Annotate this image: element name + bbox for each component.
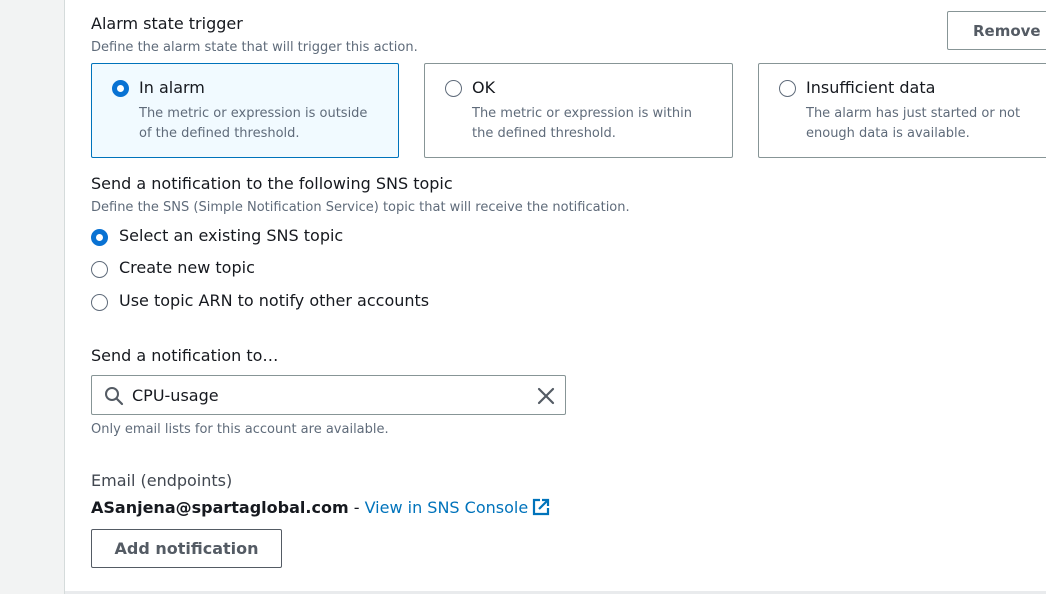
use-topic-arn-radio[interactable] — [91, 294, 108, 311]
tile-ok[interactable]: OK The metric or expression is within th… — [424, 63, 733, 158]
topic-search-input[interactable] — [132, 384, 532, 406]
in-alarm-desc-line2: of the defined threshold. — [139, 126, 300, 141]
in-alarm-description: The metric or expression is outside of t… — [139, 104, 367, 144]
remove-button[interactable]: Remove — [947, 11, 1046, 50]
insufficient-data-label: Insufficient data — [806, 78, 936, 97]
in-alarm-desc-line1: The metric or expression is outside — [139, 106, 368, 121]
in-alarm-radio[interactable] — [112, 80, 129, 97]
insufficient-data-desc-line1: The alarm has just started or not — [806, 106, 1021, 121]
insufficient-data-desc-line2: enough data is available. — [806, 126, 970, 141]
insufficient-data-description: The alarm has just started or not enough… — [806, 104, 1020, 144]
sns-topic-description: Define the SNS (Simple Notification Serv… — [91, 200, 630, 215]
add-notification-button[interactable]: Add notification — [91, 529, 282, 568]
left-gutter — [0, 0, 65, 594]
select-existing-topic-label: Select an existing SNS topic — [119, 226, 344, 245]
ok-desc-line1: The metric or expression is within — [472, 106, 692, 121]
sns-topic-heading: Send a notification to the following SNS… — [91, 174, 453, 193]
create-new-topic-label: Create new topic — [119, 258, 255, 277]
ok-label: OK — [472, 78, 496, 97]
send-to-hint: Only email lists for this account are av… — [91, 422, 389, 437]
ok-desc-line2: the defined threshold. — [472, 126, 616, 141]
email-endpoint-line: ASanjena@spartaglobal.com - View in SNS … — [91, 498, 550, 517]
email-endpoints-label: Email (endpoints) — [91, 471, 233, 490]
external-link-icon[interactable] — [532, 498, 550, 516]
ok-description: The metric or expression is within the d… — [472, 104, 692, 144]
email-separator: - — [348, 498, 365, 517]
create-new-topic-radio[interactable] — [91, 261, 108, 278]
alarm-state-description: Define the alarm state that will trigger… — [91, 40, 418, 55]
insufficient-data-radio[interactable] — [779, 80, 796, 97]
tile-insufficient-data[interactable]: Insufficient data The alarm has just sta… — [758, 63, 1046, 158]
search-icon — [105, 387, 124, 406]
select-existing-topic-radio[interactable] — [91, 229, 108, 246]
clear-icon[interactable] — [536, 386, 556, 406]
alarm-state-heading: Alarm state trigger — [91, 14, 243, 33]
ok-radio[interactable] — [445, 80, 462, 97]
in-alarm-label: In alarm — [139, 78, 205, 97]
use-topic-arn-label: Use topic ARN to notify other accounts — [119, 291, 430, 310]
tile-in-alarm[interactable]: In alarm The metric or expression is out… — [91, 63, 399, 158]
email-address: ASanjena@spartaglobal.com — [91, 498, 349, 517]
view-in-sns-console-link[interactable]: View in SNS Console — [365, 498, 529, 517]
send-to-label: Send a notification to… — [91, 346, 279, 365]
topic-search-field[interactable] — [91, 375, 566, 415]
